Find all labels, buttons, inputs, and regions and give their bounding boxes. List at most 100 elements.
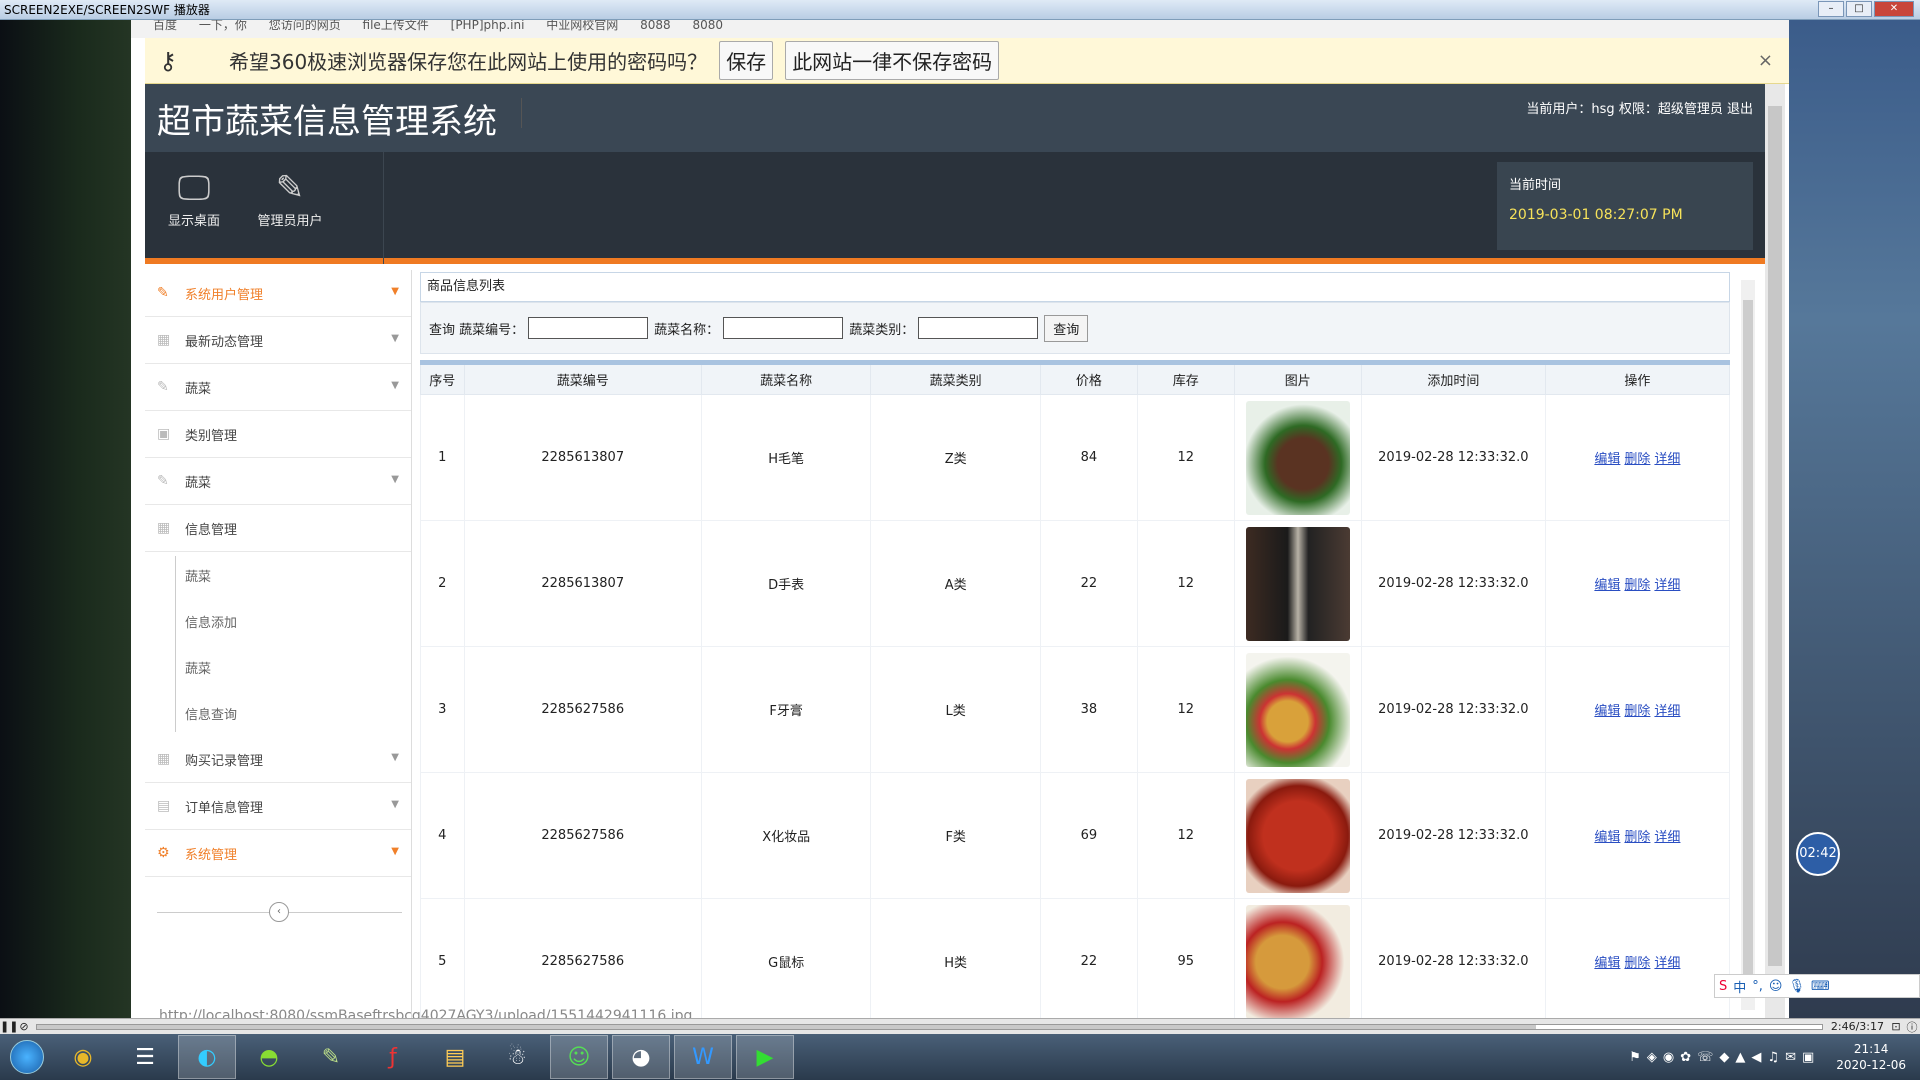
collapse-sidebar-button[interactable]: ‹ [269, 902, 289, 922]
start-button[interactable] [0, 1034, 54, 1080]
vegetable-name: F牙膏 [700, 646, 872, 773]
delete-link[interactable]: 删除 [1624, 956, 1650, 971]
detail-link[interactable]: 详细 [1654, 452, 1680, 467]
ime-toolbar[interactable]: S 中 °, ☺ 🎙 ⌨ [1714, 974, 1920, 998]
media-icon[interactable]: ☰ [116, 1035, 174, 1079]
sidebar-item-vegetable[interactable]: ✎ 蔬菜 ▼ [145, 364, 411, 411]
logout-link[interactable]: 退出 [1727, 102, 1753, 117]
maximize-button[interactable]: □ [1846, 1, 1872, 17]
qq-icon[interactable]: ☃ [488, 1035, 546, 1079]
clock-time: 21:14 [1853, 1042, 1889, 1056]
col-header: 图片 [1233, 362, 1362, 395]
sidebar-item-label: 最新动态管理 [185, 334, 264, 350]
close-window-button[interactable]: ✕ [1874, 1, 1914, 17]
delete-link[interactable]: 删除 [1624, 578, 1650, 593]
app-container: 超市蔬菜信息管理系统 当前用户：hsg 权限：超级管理员 退出 🖵 显示桌面 ✎… [145, 84, 1765, 1018]
submenu-item[interactable]: 蔬菜 [145, 644, 411, 690]
sidebar-item-news[interactable]: ▦ 最新动态管理 ▼ [145, 317, 411, 364]
query-button[interactable]: 查询 [1044, 314, 1089, 342]
grid-icon: ▦ [157, 520, 171, 536]
added-time: 2019-02-28 12:33:32.0 [1360, 898, 1546, 1018]
bookmark-item[interactable]: 百度 [153, 20, 177, 32]
sidebar-item-vegetable-2[interactable]: ✎ 蔬菜 ▼ [145, 458, 411, 505]
360-icon[interactable]: ◓ [240, 1035, 298, 1079]
edit-link[interactable]: 编辑 [1594, 956, 1620, 971]
save-password-button[interactable]: 保存 [719, 41, 774, 80]
bookmark-item[interactable]: 8080 [692, 20, 723, 32]
wechat-icon[interactable]: ☺ [550, 1035, 608, 1079]
ime-mode[interactable]: 中 [1733, 977, 1746, 996]
actions-cell: 编辑 删除 详细 [1544, 772, 1731, 899]
fullscreen-icon[interactable]: ⊡ [1888, 1020, 1904, 1033]
minimize-button[interactable]: – [1818, 1, 1844, 17]
nav-desktop[interactable]: 🖵 显示桌面 [147, 166, 241, 252]
content-scrollbar[interactable] [1741, 280, 1755, 1010]
name-input[interactable] [723, 317, 844, 339]
bookmark-item[interactable]: 中业网校官网 [546, 20, 618, 32]
submenu-item[interactable]: 信息添加 [145, 598, 411, 644]
category-input[interactable] [918, 317, 1039, 339]
windows-icon [10, 1040, 44, 1074]
flash-icon[interactable]: ƒ [364, 1035, 422, 1079]
pause-icon[interactable]: ❚❚ [0, 1020, 18, 1033]
bookmark-item[interactable]: 8088 [640, 20, 671, 32]
sidebar-item-system-users[interactable]: ✎ 系统用户管理 ▼ [145, 270, 411, 317]
screen-recorder-icon[interactable]: ▶ [736, 1035, 794, 1079]
recording-timer[interactable]: 02:42 [1796, 832, 1840, 876]
detail-link[interactable]: 详细 [1654, 830, 1680, 845]
edit-link[interactable]: 编辑 [1594, 578, 1620, 593]
sidebar-item-system[interactable]: ⚙ 系统管理 ▼ [145, 830, 411, 877]
never-save-password-button[interactable]: 此网站一律不保存密码 [785, 41, 1000, 80]
added-time: 2019-02-28 12:33:32.0 [1360, 394, 1546, 521]
top-nav: 🖵 显示桌面 ✎ 管理员用户 当前时间 2019-03-01 08:27:07 … [145, 152, 1765, 264]
submenu-item[interactable]: 信息查询 [145, 690, 411, 736]
close-icon[interactable]: × [1758, 50, 1773, 71]
sidebar-item-purchase[interactable]: ▦ 购买记录管理 ▼ [145, 736, 411, 783]
sidebar-item-info[interactable]: ▦ 信息管理 [145, 505, 411, 552]
stock: 95 [1136, 898, 1235, 1018]
scrollbar-thumb[interactable] [1768, 106, 1782, 966]
bookmark-item[interactable]: [PHP]php.ini [451, 20, 525, 32]
stop-icon[interactable]: ⊘ [16, 1020, 32, 1033]
delete-link[interactable]: 删除 [1624, 830, 1650, 845]
row-number: 1 [420, 394, 465, 521]
sidebar-item-label: 蔬菜 [185, 381, 212, 397]
sidebar-item-orders[interactable]: ▤ 订单信息管理 ▼ [145, 783, 411, 830]
tray-icons[interactable]: ⚑◈◉✿☏◆▲◀♫✉▣ [1629, 1050, 1820, 1065]
page-scrollbar[interactable] [1765, 84, 1785, 1018]
info-icon[interactable]: ⓘ [1904, 1019, 1920, 1035]
detail-link[interactable]: 详细 [1654, 704, 1680, 719]
delete-link[interactable]: 删除 [1624, 452, 1650, 467]
edit-link[interactable]: 编辑 [1594, 704, 1620, 719]
folder-icon[interactable]: ▤ [426, 1035, 484, 1079]
submenu-item[interactable]: 蔬菜 [145, 552, 411, 598]
sidebar-item-label: 系统管理 [185, 847, 238, 863]
username: hsg [1591, 102, 1615, 117]
code-input[interactable] [528, 317, 649, 339]
chevron-down-icon: ▼ [391, 333, 399, 344]
bookmark-item[interactable]: 一下，你 [199, 20, 247, 32]
detail-link[interactable]: 详细 [1654, 956, 1680, 971]
scrollbar-thumb[interactable] [1743, 300, 1753, 990]
edit-link[interactable]: 编辑 [1594, 452, 1620, 467]
system-clock[interactable]: 21:14 2020-12-06 [1836, 1041, 1906, 1073]
system-tray: ⚑◈◉✿☏◆▲◀♫✉▣ 21:14 2020-12-06 [1629, 1034, 1920, 1080]
product-image [1245, 400, 1350, 515]
nav-admin[interactable]: ✎ 管理员用户 [243, 166, 337, 252]
browser-icon[interactable]: ◐ [178, 1035, 236, 1079]
qq-penguin-icon[interactable]: ◕ [612, 1035, 670, 1079]
image-icon: ▣ [157, 426, 171, 442]
price: 84 [1039, 394, 1138, 521]
bookmark-item[interactable]: file上传文件 [363, 20, 429, 32]
delete-link[interactable]: 删除 [1624, 704, 1650, 719]
progress-track[interactable] [36, 1023, 1823, 1030]
notepad-icon[interactable]: ✎ [302, 1035, 360, 1079]
chrome-icon[interactable]: ◉ [54, 1035, 112, 1079]
wps-icon[interactable]: W [674, 1035, 732, 1079]
vegetable-category: Z类 [870, 394, 1041, 521]
sidebar-item-category[interactable]: ▣ 类别管理 [145, 411, 411, 458]
image-cell [1233, 898, 1362, 1018]
edit-link[interactable]: 编辑 [1594, 830, 1620, 845]
detail-link[interactable]: 详细 [1654, 578, 1680, 593]
bookmark-item[interactable]: 您访问的网页 [269, 20, 341, 32]
